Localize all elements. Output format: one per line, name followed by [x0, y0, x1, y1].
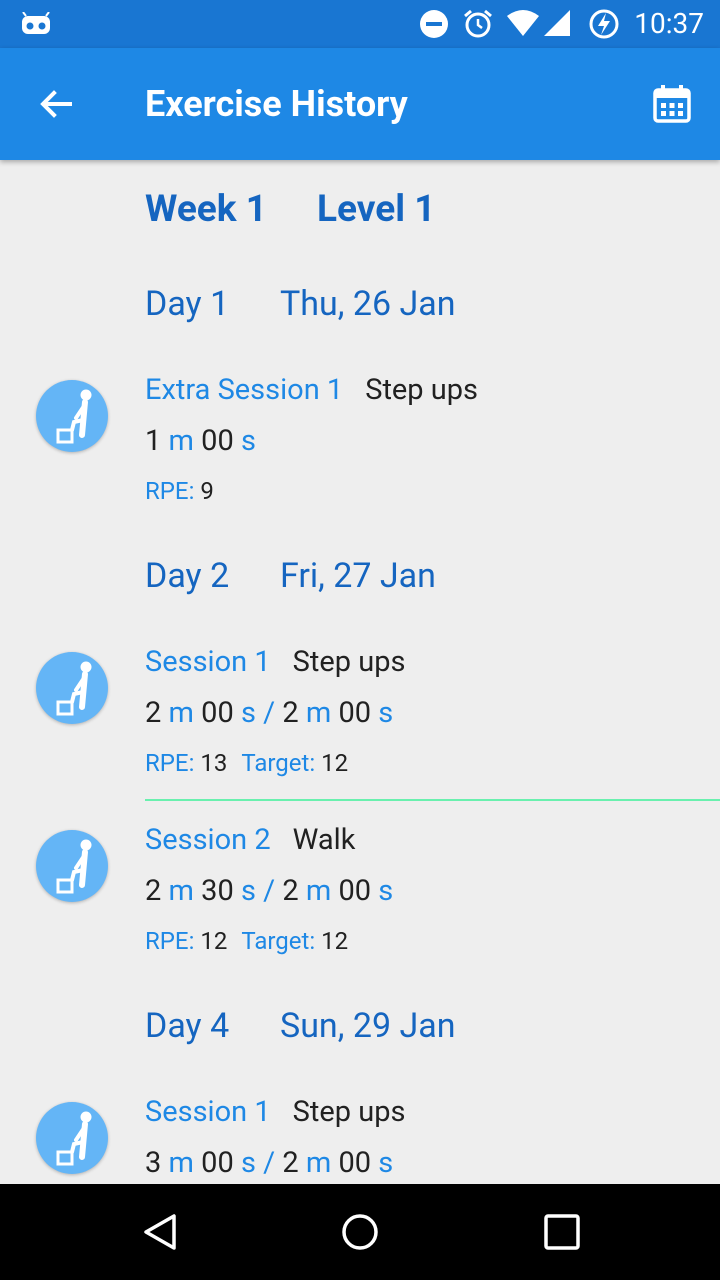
session-entry[interactable]: Extra Session 1 Step ups 1 m 00 s RPE: 9 — [0, 370, 720, 510]
home-circle-icon[interactable] — [340, 1212, 380, 1252]
session-title-line: Session 1 Step ups — [145, 644, 405, 680]
step-ups-exercise-icon — [36, 830, 108, 902]
level-label: Level 1 — [316, 188, 436, 231]
step-ups-exercise-icon — [36, 652, 108, 724]
step-ups-exercise-icon — [36, 380, 108, 452]
day-label: Day 4 — [145, 1006, 230, 1046]
exercise-name: Step ups — [292, 645, 406, 679]
duration-line: 2 m 30 s / 2 m 00 s — [145, 874, 394, 908]
app-bar: Exercise History — [0, 48, 720, 160]
status-bar: 10:37 — [0, 0, 720, 48]
day-header: Day 4 Sun, 29 Jan — [145, 1006, 456, 1046]
exercise-name: Step ups — [365, 373, 479, 407]
recents-square-icon[interactable] — [542, 1212, 582, 1252]
battery-charging-icon — [589, 9, 619, 39]
rpe-line: RPE: 13 Target: 12 — [145, 749, 349, 777]
android-debug-icon — [22, 12, 50, 34]
wifi-icon — [507, 10, 539, 36]
session-entry[interactable]: Session 1 Step ups 2 m 00 s / 2 m 00 s RP… — [0, 642, 720, 782]
do-not-disturb-icon — [420, 10, 448, 38]
exercise-name: Step ups — [292, 1095, 406, 1129]
day-date: Sun, 29 Jan — [280, 1006, 456, 1046]
arrow-back-icon[interactable] — [36, 84, 76, 124]
back-triangle-icon[interactable] — [140, 1212, 180, 1252]
session-name: Session 1 — [145, 645, 271, 679]
day-date: Thu, 26 Jan — [280, 284, 456, 324]
rpe-line: RPE: 12 Target: 12 — [145, 927, 349, 955]
session-name: Session 1 — [145, 1095, 271, 1129]
status-time: 10:37 — [634, 7, 704, 40]
session-name: Session 2 — [145, 823, 271, 857]
session-entry[interactable]: Session 2 Walk 2 m 30 s / 2 m 00 s RPE: 1… — [0, 820, 720, 960]
day-date: Fri, 27 Jan — [280, 556, 436, 596]
day-header: Day 2 Fri, 27 Jan — [145, 556, 436, 596]
calendar-icon[interactable] — [652, 84, 692, 124]
day-header: Day 1 Thu, 26 Jan — [145, 284, 456, 324]
duration-line: 1 m 00 s — [145, 424, 256, 458]
session-title-line: Session 2 Walk — [145, 822, 355, 858]
week-level-header: Week 1 Level 1 — [145, 188, 435, 232]
rpe-line: RPE: 9 — [145, 477, 214, 505]
page-title: Exercise History — [145, 83, 408, 125]
step-ups-exercise-icon — [36, 1102, 108, 1174]
session-name: Extra Session 1 — [145, 373, 344, 407]
system-nav-bar — [0, 1184, 720, 1280]
day-label: Day 2 — [145, 556, 230, 596]
duration-line: 3 m 00 s / 2 m 00 s — [145, 1146, 394, 1180]
session-entry[interactable]: Session 1 Step ups 3 m 00 s / 2 m 00 s — [0, 1092, 720, 1184]
entry-divider — [145, 799, 720, 801]
week-label: Week 1 — [145, 188, 267, 231]
alarm-icon — [464, 9, 492, 38]
session-title-line: Extra Session 1 Step ups — [145, 372, 478, 408]
duration-line: 2 m 00 s / 2 m 00 s — [145, 696, 394, 730]
exercise-name: Walk — [292, 823, 356, 857]
session-title-line: Session 1 Step ups — [145, 1094, 405, 1130]
day-label: Day 1 — [145, 284, 230, 324]
exercise-history-list[interactable]: Week 1 Level 1 Day 1 Thu, 26 Jan Extra Se… — [0, 160, 720, 1184]
cell-signal-icon — [544, 10, 570, 36]
